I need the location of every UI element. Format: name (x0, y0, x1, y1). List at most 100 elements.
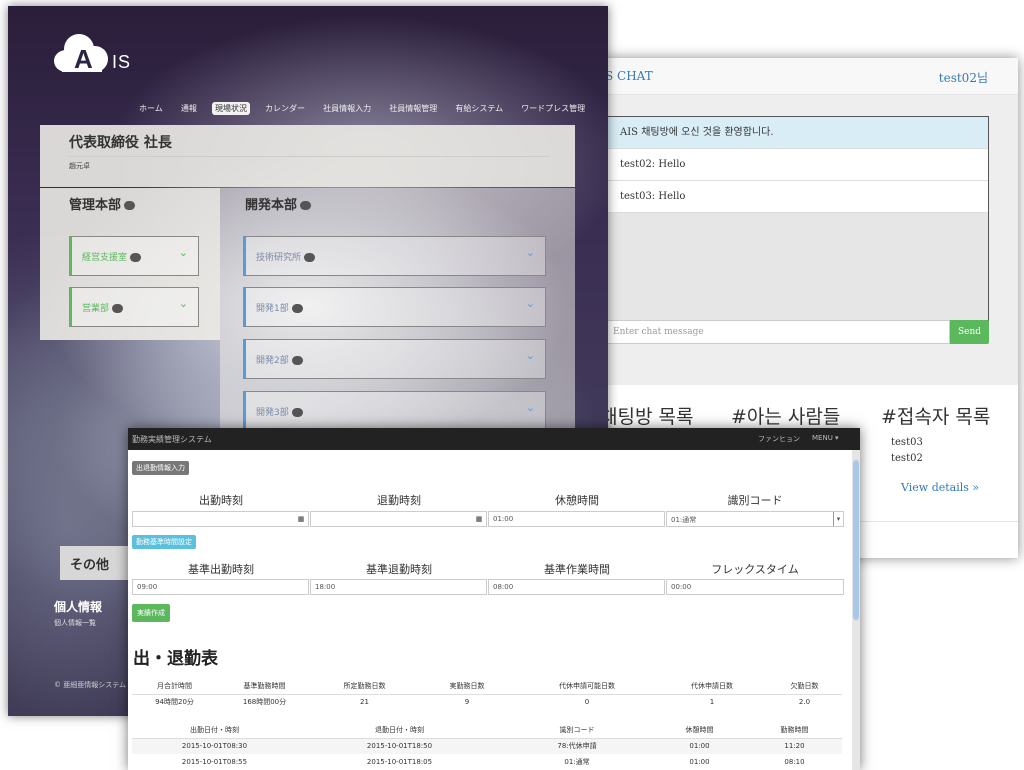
nav-item-paid-leave[interactable]: 有給システム (452, 102, 506, 115)
column-header: 休憩時間 (652, 722, 747, 739)
table-row[interactable]: 2015-10-01T08:55 2015-10-01T18:05 01:通常 … (132, 754, 842, 770)
column-header: 基準勤務時間 (217, 678, 312, 695)
table-cell: 2015-10-01T08:55 (181, 758, 248, 766)
online-user-list: test03 test02 (891, 435, 923, 467)
view-details-link[interactable]: View details » (901, 481, 979, 494)
section-item[interactable]: 開発2部 ⌄ (243, 339, 546, 379)
chat-user-link[interactable]: test02님 (939, 69, 988, 86)
column-header: 代休申請可能日数 (517, 678, 657, 695)
base-work-time-input[interactable]: 08:00 (488, 579, 665, 595)
send-button[interactable]: Send (950, 320, 989, 344)
chevron-down-icon[interactable]: ▾ (833, 512, 843, 526)
table-row[interactable]: 2015-10-01T08:30 2015-10-01T18:50 78:代休申… (132, 738, 842, 754)
nav-item-employee-manage[interactable]: 社員情報管理 (386, 102, 440, 115)
chevron-down-icon[interactable]: ⌄ (526, 349, 535, 362)
chat-message-log[interactable]: AIS 채팅방에 오신 것을 환영합니다. test02: Hello test… (606, 116, 989, 321)
section-item[interactable]: 開発3部 ⌄ (243, 391, 546, 431)
dept-heading: 開発本部 (245, 194, 312, 213)
break-time-input[interactable]: 01:00 (488, 511, 665, 527)
column-header: 欠勤日数 (767, 678, 842, 695)
chat-message-input[interactable]: Enter chat message (606, 320, 950, 344)
menu-dropdown[interactable]: MENU ▾ (812, 434, 839, 442)
table-cell: 11:20 (784, 742, 805, 751)
column-header: 月合計時間 (132, 678, 217, 695)
scrollbar[interactable] (852, 450, 860, 770)
section-name: 開発1部 (256, 301, 303, 314)
clock-out-input[interactable]: ▦ (310, 511, 487, 527)
column-header: フレックスタイム (711, 563, 799, 576)
column-header: 勤務時間 (747, 722, 842, 739)
nav-item-report[interactable]: 通報 (178, 102, 200, 115)
section-item[interactable]: 経営支援室 ⌄ (69, 236, 199, 276)
column-header: 休憩時間 (555, 494, 599, 507)
clock-in-input[interactable]: ▦ (132, 511, 309, 527)
user-name-link[interactable]: ファンヒョン (758, 434, 800, 444)
table-header-row: 出勤日付・時刻 退勤日付・時刻 識別コード 休憩時間 勤務時間 (132, 722, 842, 739)
section-item[interactable]: 技術研究所 ⌄ (243, 236, 546, 276)
personal-info-link[interactable]: 個人情報一覧 (54, 618, 96, 628)
table-cell: 2015-10-01T18:50 (366, 742, 433, 751)
table-cell: 2015-10-01T18:05 (366, 758, 433, 766)
logo-letters-is: IS (112, 52, 132, 72)
nav-item-site-status[interactable]: 現場状況 (211, 102, 250, 115)
section-item[interactable]: 営業部 ⌄ (69, 287, 199, 327)
column-header: 基準退勤時刻 (366, 563, 432, 576)
chevron-down-icon[interactable]: ⌄ (526, 246, 535, 259)
ceo-name[interactable]: 趙元卓 (69, 161, 90, 171)
dept-admin-card: 管理本部 経営支援室 ⌄ 営業部 ⌄ (40, 188, 220, 340)
divider (69, 156, 549, 157)
chevron-down-icon[interactable]: ⌄ (526, 401, 535, 414)
nav-item-calendar[interactable]: カレンダー (262, 102, 308, 115)
calendar-icon[interactable]: ▦ (474, 514, 484, 524)
chevron-down-icon[interactable]: ⌄ (526, 297, 535, 310)
chevron-down-icon[interactable]: ⌄ (179, 297, 188, 310)
ais-logo[interactable]: A IS (52, 26, 142, 76)
table-title: 出・退勤表 (133, 649, 218, 669)
nav-item-home[interactable]: ホーム (136, 102, 166, 115)
chat-message: test03: Hello (607, 181, 988, 213)
column-header: 識別コード (727, 494, 783, 507)
chat-message: test02: Hello (607, 149, 988, 181)
online-user[interactable]: test02 (891, 451, 923, 467)
column-header: 退勤時刻 (377, 494, 421, 507)
table-cell: 0 (584, 698, 590, 707)
dept-name: 開発本部 (245, 198, 298, 213)
nav-item-wordpress[interactable]: ワードプレス管理 (518, 102, 588, 115)
section-item[interactable]: 開発1部 ⌄ (243, 287, 546, 327)
app-title[interactable]: 勤務実績管理システム (132, 434, 212, 445)
base-time-badge: 勤務基準時間設定 (132, 535, 196, 549)
calendar-icon[interactable]: ▦ (296, 514, 306, 524)
code-select[interactable]: 01:通常 ▾ (666, 511, 844, 527)
chat-brand-link[interactable]: S CHAT (605, 69, 653, 83)
online-user[interactable]: test03 (891, 435, 923, 451)
create-record-button[interactable]: 実績作成 (132, 604, 170, 622)
nav-item-employee-input[interactable]: 社員情報入力 (320, 102, 374, 115)
online-users-heading: #접속자 목록 (881, 406, 991, 428)
chevron-down-icon[interactable]: ⌄ (179, 246, 188, 259)
count-badge (130, 253, 142, 262)
detail-table: 出勤日付・時刻 退勤日付・時刻 識別コード 休憩時間 勤務時間 2015-10-… (132, 722, 842, 770)
base-clock-out-input[interactable]: 18:00 (310, 579, 487, 595)
ceo-title: 代表取締役 社長 (69, 135, 172, 151)
logo-letter-a: A (74, 44, 93, 74)
flex-time-input[interactable]: 00:00 (666, 579, 844, 595)
table-cell: 9 (464, 698, 470, 707)
table-cell: 1 (709, 698, 715, 707)
column-header: 出勤日付・時刻 (132, 722, 297, 739)
section-name: 技術研究所 (256, 250, 316, 263)
column-header: 出勤時刻 (199, 494, 243, 507)
dept-dev-card: 開発本部 技術研究所 ⌄ 開発1部 ⌄ 開発2部 ⌄ 開発3部 ⌄ (220, 188, 575, 438)
column-header: 所定勤務日数 (312, 678, 417, 695)
table-row: 94時間20分 168時間00分 21 9 0 1 2.0 (132, 694, 842, 710)
scrollbar-thumb[interactable] (853, 460, 859, 620)
column-header: 実勤務日数 (417, 678, 517, 695)
room-list-heading: 채팅방 목록 (600, 406, 694, 428)
attendance-navbar: 勤務実績管理システム ファンヒョン MENU ▾ (128, 428, 860, 450)
section-name: 開発3部 (256, 405, 303, 418)
table-cell: 2015-10-01T08:30 (181, 742, 248, 751)
section-name: 経営支援室 (82, 250, 142, 263)
table-cell: 2.0 (798, 698, 811, 707)
summary-table: 月合計時間 基準勤務時間 所定勤務日数 実勤務日数 代休申請可能日数 代休申請日… (132, 678, 842, 710)
copyright: © 亜細亜情報システム (54, 681, 127, 689)
base-clock-in-input[interactable]: 09:00 (132, 579, 309, 595)
